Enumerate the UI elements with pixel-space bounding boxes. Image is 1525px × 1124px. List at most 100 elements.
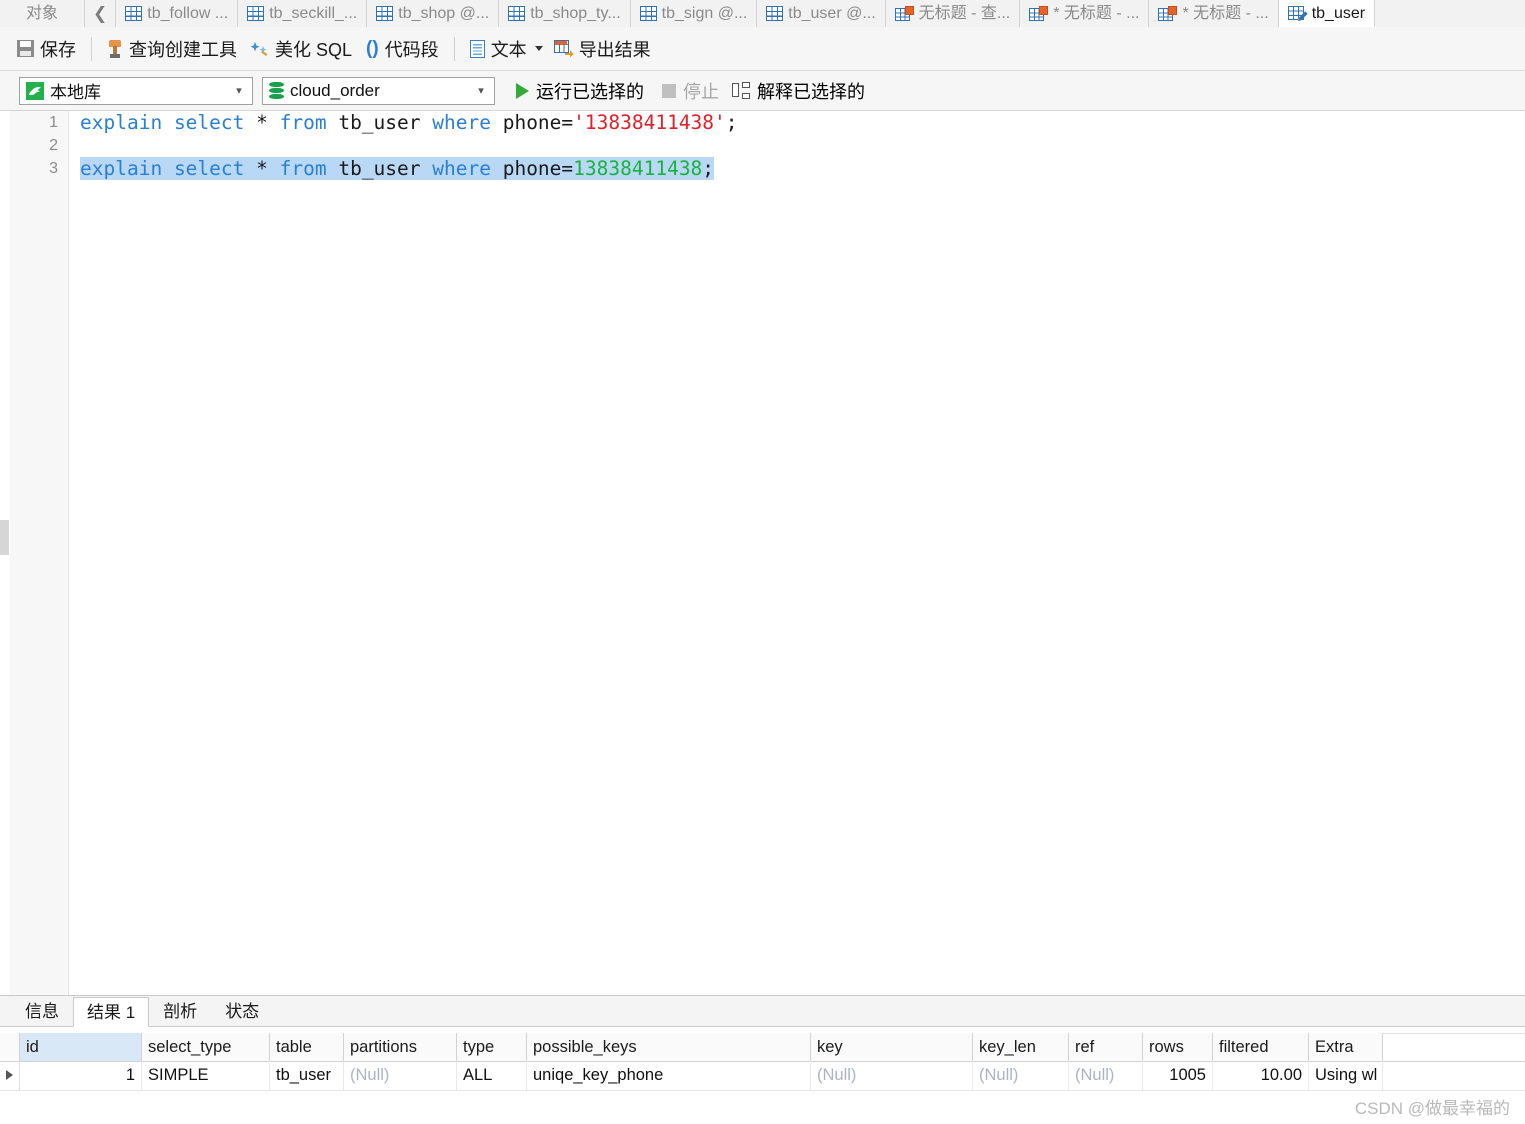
database-value: cloud_order xyxy=(290,80,380,100)
grid-cell-ref[interactable]: (Null) xyxy=(1069,1061,1143,1090)
connection-value: 本地库 xyxy=(50,83,101,102)
beautify-sql-button[interactable]: 美化 SQL xyxy=(244,34,359,64)
editor-tab-9[interactable]: tb_user xyxy=(1278,0,1376,27)
sparkle-icon xyxy=(250,40,269,58)
grid-column-header[interactable]: id xyxy=(20,1033,142,1061)
query-builder-button[interactable]: 查询创建工具 xyxy=(100,34,244,64)
table-icon xyxy=(639,6,657,21)
code-token-kw: explain xyxy=(80,111,163,134)
grid-cell-table[interactable]: tb_user xyxy=(270,1061,344,1090)
objects-tab[interactable]: 对象 xyxy=(0,0,86,27)
chevron-down-icon[interactable]: ▾ xyxy=(468,78,494,104)
result-panel: 信息 结果 1 剖析 状态 id select_type table partitions t… xyxy=(0,995,1525,1124)
editor-tab-6[interactable]: 无标题 - 查... xyxy=(885,0,1021,27)
beautify-sql-label: 美化 SQL xyxy=(275,39,353,60)
grid-column-header[interactable]: possible_keys xyxy=(527,1033,811,1061)
grid-column-header[interactable]: filtered xyxy=(1213,1033,1309,1061)
result-tab-0[interactable]: 信息 xyxy=(11,996,73,1026)
editor-tab-label: tb_shop @... xyxy=(398,5,490,22)
result-tab-2[interactable]: 剖析 xyxy=(149,996,211,1026)
chevron-left-icon: ❮ xyxy=(93,3,108,23)
grid-column-header[interactable]: ref xyxy=(1069,1033,1143,1061)
grid-cell-Extra[interactable]: Using wl xyxy=(1309,1061,1383,1090)
result-tab-1[interactable]: 结果 1 xyxy=(73,997,150,1027)
export-result-button[interactable]: 导出结果 xyxy=(552,34,658,64)
grid-header-row: id select_type table partitions type possible… xyxy=(0,1033,1525,1062)
tab-scroll-left-button[interactable]: ❮ xyxy=(85,0,117,27)
grid-cell-id[interactable]: 1 xyxy=(20,1061,142,1090)
database-select[interactable]: cloud_order ▾ xyxy=(262,76,495,105)
table-row[interactable]: 1 SIMPLE tb_user (Null) ALL uniqe_key_phone (N… xyxy=(0,1061,1525,1091)
connection-toolbar: 本地库 ▾ cloud_order ▾ 运行已选择的 停止 解释已选择的 xyxy=(0,71,1525,111)
grid-column-header[interactable]: select_type xyxy=(142,1033,270,1061)
grid-cell-filtered[interactable]: 10.00 xyxy=(1213,1061,1309,1090)
current-row-arrow xyxy=(0,1061,20,1090)
explain-selected-button[interactable]: 解释已选择的 xyxy=(728,76,874,106)
table-icon xyxy=(125,6,143,21)
editor-tab-label: tb_sign @... xyxy=(661,5,748,22)
grid-column-header[interactable]: table xyxy=(270,1033,344,1061)
grid-cell-type[interactable]: ALL xyxy=(457,1061,527,1090)
table-icon xyxy=(508,6,526,21)
code-line: 3 explain select * from tb_user where pho… xyxy=(0,157,1525,180)
query-table-icon xyxy=(1158,5,1178,22)
editor-tab-0[interactable]: tb_follow ... xyxy=(116,0,239,27)
table-icon xyxy=(247,6,265,21)
editor-tab-1[interactable]: tb_seckill_... xyxy=(238,0,368,27)
grid-cell-key[interactable]: (Null) xyxy=(811,1061,973,1090)
editor-tab-3[interactable]: tb_shop_ty... xyxy=(499,0,631,27)
chevron-down-icon[interactable]: ▾ xyxy=(226,78,252,104)
code-line-text[interactable]: explain select * from tb_user where phon… xyxy=(80,111,738,134)
grid-cell-key_len[interactable]: (Null) xyxy=(973,1061,1069,1090)
snippet-button[interactable]: () 代码段 xyxy=(359,34,446,64)
sql-editor[interactable]: 1 explain select * from tb_user where pho… xyxy=(0,111,1525,995)
code-token-plain: phone= xyxy=(490,157,574,180)
grid-column-header[interactable]: partitions xyxy=(344,1033,457,1061)
code-line: 2 xyxy=(0,134,1525,157)
code-token-kw: select xyxy=(173,111,245,134)
result-tab-3[interactable]: 状态 xyxy=(211,996,273,1026)
grid-column-header[interactable]: Extra xyxy=(1309,1033,1383,1061)
table-edit-icon xyxy=(1287,5,1308,21)
grid-cell-select_type[interactable]: SIMPLE xyxy=(142,1061,270,1090)
editor-tab-4[interactable]: tb_sign @... xyxy=(630,0,758,27)
export-result-label: 导出结果 xyxy=(578,39,651,60)
text-view-label: 文本 xyxy=(490,39,527,60)
query-builder-label: 查询创建工具 xyxy=(129,39,237,60)
database-stack-icon xyxy=(269,81,284,100)
editor-tab-8[interactable]: * 无标题 - ... xyxy=(1149,0,1279,27)
snippet-label: 代码段 xyxy=(384,39,439,60)
hammer-icon xyxy=(107,39,123,58)
grid-cell-possible_keys[interactable]: uniqe_key_phone xyxy=(527,1061,811,1090)
editor-tab-7[interactable]: * 无标题 - ... xyxy=(1020,0,1150,27)
text-view-button[interactable]: 文本 xyxy=(463,34,552,64)
caret-down-icon[interactable] xyxy=(534,46,543,51)
connection-select[interactable]: 本地库 ▾ xyxy=(19,76,253,105)
grid-cell-rows[interactable]: 1005 xyxy=(1143,1061,1213,1090)
grid-column-header[interactable]: rows xyxy=(1143,1033,1213,1061)
result-grid[interactable]: id select_type table partitions type possible… xyxy=(0,1027,1525,1124)
grid-cell-partitions[interactable]: (Null) xyxy=(344,1061,457,1090)
editor-tab-2[interactable]: tb_shop @... xyxy=(367,0,500,27)
main-toolbar: 保存 查询创建工具 美化 SQL () 代码段 文本 导出结果 xyxy=(0,27,1525,71)
sql-code-area[interactable]: 1 explain select * from tb_user where pho… xyxy=(0,111,1525,180)
code-token-plain: phone= xyxy=(490,111,574,134)
code-token-kw: from xyxy=(279,157,327,180)
save-button[interactable]: 保存 xyxy=(10,34,83,64)
stop-label: 停止 xyxy=(683,81,719,102)
query-table-icon xyxy=(1029,5,1049,22)
grid-column-header[interactable]: key_len xyxy=(973,1033,1069,1061)
panel-splitter-handle[interactable] xyxy=(0,520,9,555)
grid-column-header[interactable]: key xyxy=(811,1033,973,1061)
grid-column-header[interactable]: type xyxy=(457,1033,527,1061)
code-line-text[interactable]: explain select * from tb_user where phon… xyxy=(80,157,715,180)
grid-corner-cell[interactable] xyxy=(0,1033,20,1061)
run-selected-button[interactable]: 运行已选择的 xyxy=(507,76,653,106)
play-icon xyxy=(516,82,529,99)
editor-tab-5[interactable]: tb_user @... xyxy=(757,0,886,27)
toolbar-separator-1 xyxy=(91,36,92,61)
save-button-label: 保存 xyxy=(40,39,76,60)
watermark: CSDN @做最幸福的 xyxy=(1354,1099,1510,1118)
stop-square-icon xyxy=(662,83,676,98)
